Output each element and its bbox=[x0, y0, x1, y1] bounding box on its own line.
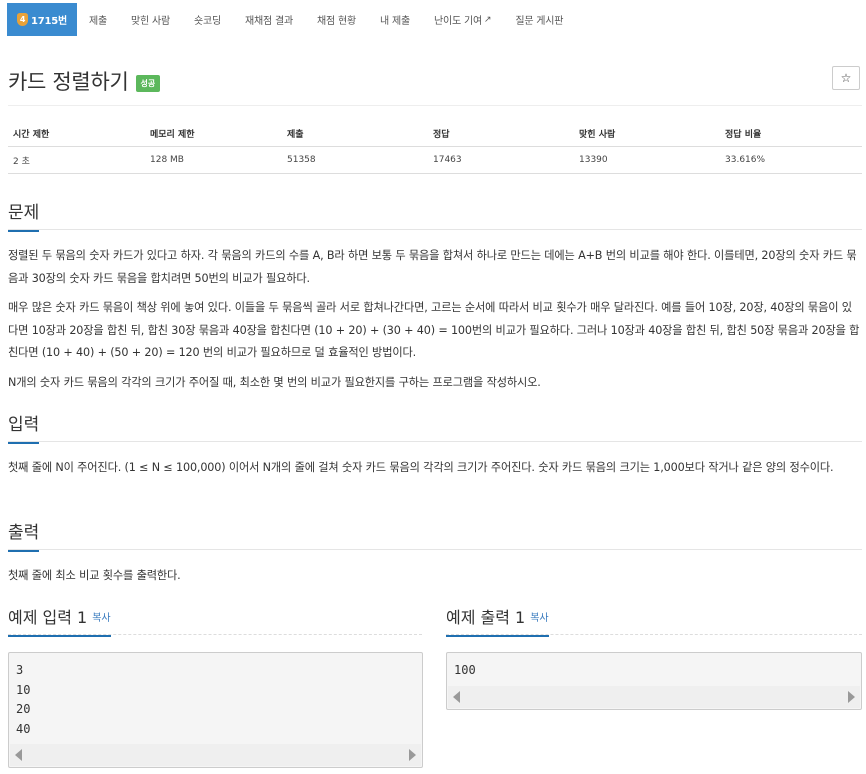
tab-rejudge-results[interactable]: 재채점 결과 bbox=[233, 3, 305, 36]
scroll-right-icon[interactable] bbox=[848, 691, 855, 703]
value-accepted[interactable]: 17463 bbox=[428, 146, 574, 174]
example-input-title: 예제 입력 1 bbox=[8, 608, 88, 627]
input-heading: 입력 bbox=[8, 410, 40, 444]
output-heading-text: 출력 bbox=[8, 523, 40, 543]
heading-underline bbox=[8, 635, 111, 637]
tab-my-submissions[interactable]: 내 제출 bbox=[368, 3, 422, 36]
input-description: 첫째 줄에 N이 주어진다. (1 ≤ N ≤ 100,000) 이어서 N개의… bbox=[8, 461, 834, 474]
value-time-limit: 2 초 bbox=[8, 146, 145, 174]
star-icon: ☆ bbox=[840, 71, 852, 85]
value-submissions[interactable]: 51358 bbox=[282, 146, 428, 174]
scroll-right-icon[interactable] bbox=[409, 749, 416, 761]
info-header-row: 시간 제한 메모리 제한 제출 정답 맞힌 사람 정답 비율 bbox=[8, 121, 862, 147]
example-output-box[interactable]: 100 bbox=[446, 652, 862, 710]
heading-underline bbox=[8, 442, 40, 444]
horizontal-scrollbar[interactable] bbox=[10, 744, 421, 766]
description-paragraph-1: 정렬된 두 묶음의 숫자 카드가 있다고 하자. 각 묶음의 카드의 수를 A,… bbox=[8, 249, 857, 285]
tier-icon: 4 bbox=[17, 13, 28, 26]
description-heading-text: 문제 bbox=[8, 203, 40, 223]
external-link-icon: ↗ bbox=[483, 14, 492, 25]
example-output-title: 예제 출력 1 bbox=[446, 608, 526, 627]
scroll-left-icon[interactable] bbox=[15, 749, 22, 761]
header-accept-ratio: 정답 비율 bbox=[720, 121, 862, 147]
description-paragraph-3: N개의 숫자 카드 묶음의 각각의 크기가 주어질 때, 최소한 몇 번의 비교… bbox=[8, 376, 541, 389]
heading-underline bbox=[8, 230, 40, 232]
problem-header: 카드 정렬하기 성공 bbox=[8, 66, 161, 96]
info-value-row: 2 초 128 MB 51358 17463 13390 33.616% bbox=[8, 146, 862, 174]
section-divider bbox=[8, 229, 862, 230]
description-paragraph-2: 매우 많은 숫자 카드 묶음이 책상 위에 놓여 있다. 이들을 두 묶음씩 골… bbox=[8, 301, 860, 359]
section-divider bbox=[8, 549, 862, 550]
example-input-content: 3 10 20 40 bbox=[16, 663, 31, 736]
header-solved-users: 맞힌 사람 bbox=[574, 121, 720, 147]
status-badge: 성공 bbox=[135, 75, 161, 92]
example-output-heading: 예제 출력 1 복사 bbox=[446, 604, 549, 637]
tab-judge-status[interactable]: 채점 현황 bbox=[305, 3, 368, 36]
example-input-heading: 예제 입력 1 복사 bbox=[8, 604, 111, 637]
tab-problem[interactable]: 4 1715번 bbox=[7, 3, 78, 36]
description-heading: 문제 bbox=[8, 198, 40, 232]
header-memory-limit: 메모리 제한 bbox=[145, 121, 282, 147]
input-heading-text: 입력 bbox=[8, 415, 40, 435]
tab-question-board[interactable]: 질문 게시판 bbox=[503, 3, 575, 36]
example-divider bbox=[446, 634, 862, 635]
heading-underline bbox=[446, 635, 549, 637]
problem-info-table: 시간 제한 메모리 제한 제출 정답 맞힌 사람 정답 비율 2 초 128 M… bbox=[8, 121, 862, 174]
tab-difficulty-label: 난이도 기여 bbox=[433, 16, 482, 27]
output-heading: 출력 bbox=[8, 518, 40, 552]
header-submissions: 제출 bbox=[282, 121, 428, 147]
tab-submit[interactable]: 제출 bbox=[77, 3, 119, 36]
tab-short-coding[interactable]: 숏코딩 bbox=[182, 3, 233, 36]
tab-difficulty-contribution[interactable]: 난이도 기여 ↗ bbox=[422, 3, 503, 36]
header-time-limit: 시간 제한 bbox=[8, 121, 145, 147]
title-divider bbox=[8, 105, 862, 106]
example-output-content: 100 bbox=[454, 663, 476, 677]
example-input-box[interactable]: 3 10 20 40 bbox=[8, 652, 423, 768]
heading-underline bbox=[8, 550, 40, 552]
section-divider bbox=[8, 441, 862, 442]
value-memory-limit: 128 MB bbox=[145, 146, 282, 174]
copy-input-button[interactable]: 복사 bbox=[92, 613, 110, 624]
problem-title: 카드 정렬하기 bbox=[8, 70, 129, 94]
value-solved-users[interactable]: 13390 bbox=[574, 146, 720, 174]
example-divider bbox=[8, 634, 422, 635]
problem-tabs: 4 1715번 제출 맞힌 사람 숏코딩 재채점 결과 채점 현황 내 제출 난… bbox=[7, 3, 575, 36]
copy-output-button[interactable]: 복사 bbox=[530, 613, 548, 624]
horizontal-scrollbar[interactable] bbox=[448, 686, 860, 708]
scroll-left-icon[interactable] bbox=[453, 691, 460, 703]
tab-problem-label: 1715번 bbox=[31, 16, 68, 27]
header-accepted: 정답 bbox=[428, 121, 574, 147]
tab-solved-users[interactable]: 맞힌 사람 bbox=[119, 3, 182, 36]
value-accept-ratio: 33.616% bbox=[720, 146, 862, 174]
output-description: 첫째 줄에 최소 비교 횟수를 출력한다. bbox=[8, 569, 181, 582]
favorite-button[interactable]: ☆ bbox=[832, 66, 860, 90]
